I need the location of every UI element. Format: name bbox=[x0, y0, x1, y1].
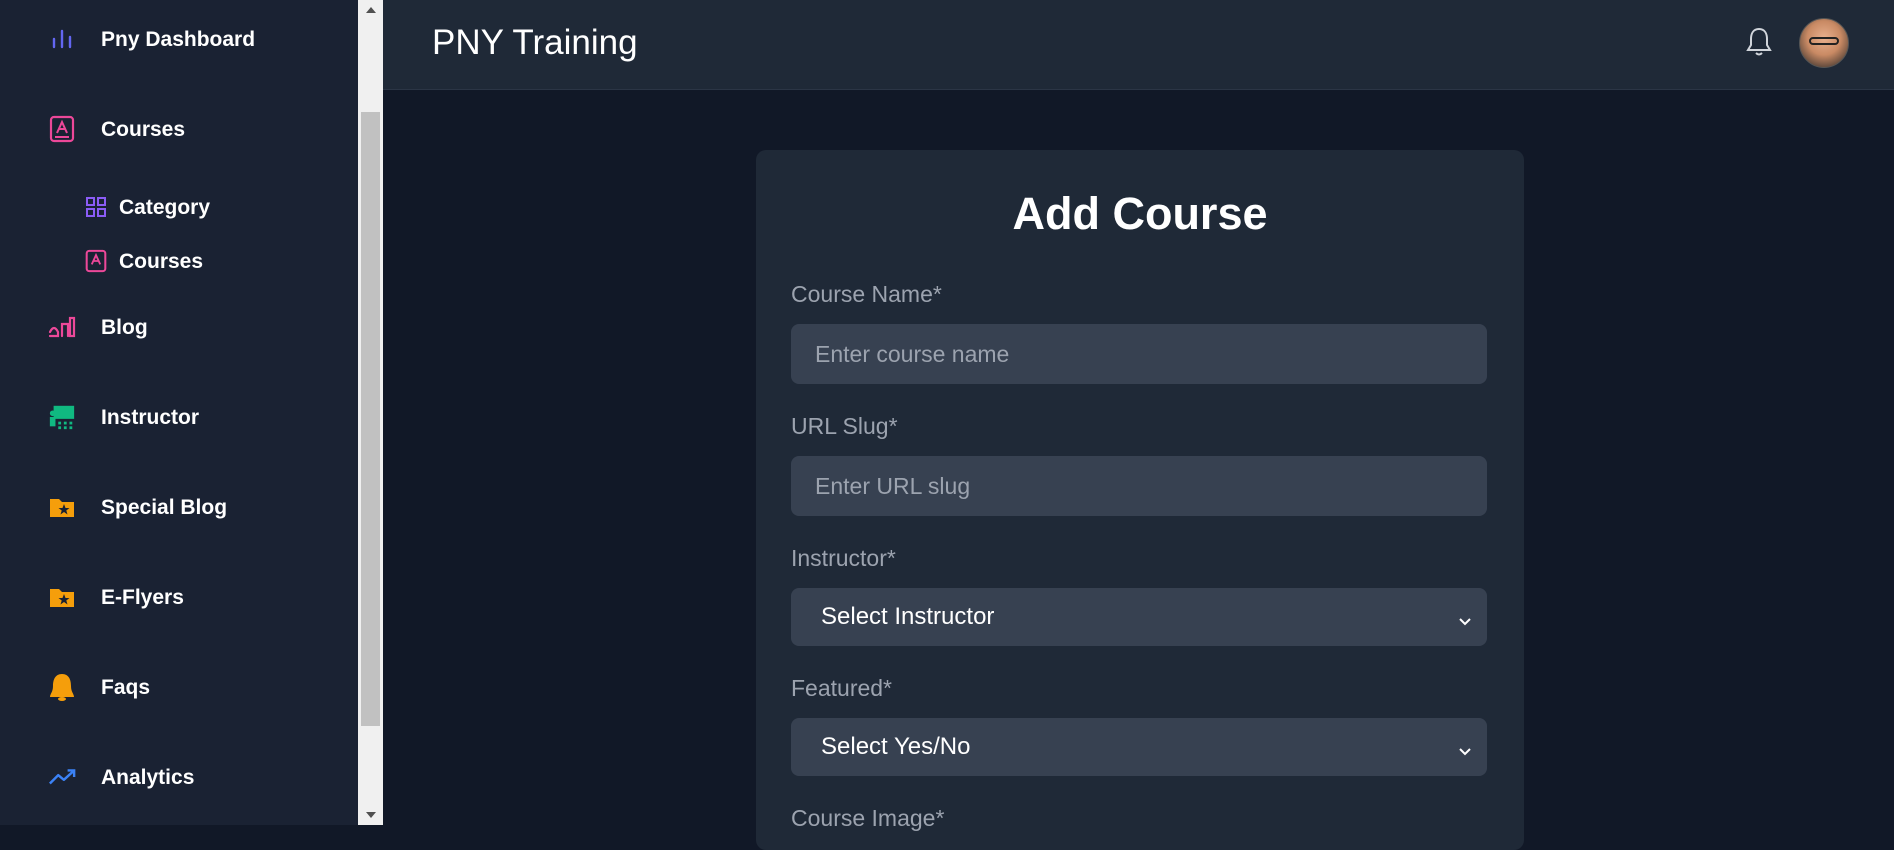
instructor-select-value: Select Instructor bbox=[821, 603, 995, 630]
sidebar: Pny Dashboard Courses Category Courses B… bbox=[0, 0, 358, 825]
book-icon bbox=[82, 247, 110, 275]
form-title: Add Course bbox=[1012, 188, 1268, 239]
instructor-select[interactable]: Select Instructor bbox=[791, 588, 1487, 646]
featured-label: Featured* bbox=[791, 675, 893, 701]
course-image-label: Course Image* bbox=[791, 805, 945, 831]
sidebar-item-label: Courses bbox=[119, 250, 204, 273]
folder-star-icon bbox=[48, 583, 76, 611]
notification-bell-icon[interactable] bbox=[1741, 24, 1777, 60]
sidebar-item-label: Faqs bbox=[101, 676, 151, 699]
bell-shape-icon bbox=[48, 673, 76, 701]
sidebar-item-label: Blog bbox=[101, 316, 148, 339]
sidebar-item-label: Analytics bbox=[101, 766, 195, 789]
chevron-down-icon bbox=[1457, 738, 1473, 756]
sidebar-item-label: Category bbox=[119, 196, 211, 219]
course-name-label: Course Name* bbox=[791, 281, 942, 307]
url-slug-label: URL Slug* bbox=[791, 413, 898, 439]
book-icon bbox=[48, 115, 76, 143]
url-slug-input[interactable] bbox=[791, 456, 1487, 516]
featured-select[interactable]: Select Yes/No bbox=[791, 718, 1487, 776]
scroll-down-arrow-icon[interactable] bbox=[358, 805, 383, 825]
sidebar-item-label: Instructor bbox=[101, 406, 200, 429]
top-bar: PNY Training bbox=[383, 0, 1894, 90]
avatar-glasses bbox=[1809, 37, 1839, 45]
trending-up-icon bbox=[48, 763, 76, 791]
teacher-icon bbox=[48, 403, 76, 431]
instructor-label: Instructor* bbox=[791, 545, 896, 571]
bar-chart-icon bbox=[48, 25, 76, 53]
sidebar-item-label: Courses bbox=[101, 118, 186, 141]
pen-icon bbox=[48, 313, 76, 341]
sidebar-item-label: Pny Dashboard bbox=[101, 28, 256, 51]
featured-select-value: Select Yes/No bbox=[821, 733, 971, 760]
scroll-up-arrow-icon[interactable] bbox=[358, 0, 383, 20]
scrollbar-thumb[interactable] bbox=[361, 112, 380, 726]
chevron-down-icon bbox=[1457, 608, 1473, 626]
grid-icon bbox=[82, 193, 110, 221]
sidebar-item-label: E-Flyers bbox=[101, 586, 184, 609]
add-course-card: Add Course Course Name* URL Slug* Instru… bbox=[756, 150, 1524, 850]
app-title: PNY Training bbox=[432, 23, 638, 62]
sidebar-scrollbar[interactable] bbox=[358, 0, 383, 825]
user-avatar[interactable] bbox=[1799, 18, 1849, 68]
sidebar-item-label: Special Blog bbox=[101, 496, 228, 519]
folder-star-icon bbox=[48, 493, 76, 521]
course-name-input[interactable] bbox=[791, 324, 1487, 384]
